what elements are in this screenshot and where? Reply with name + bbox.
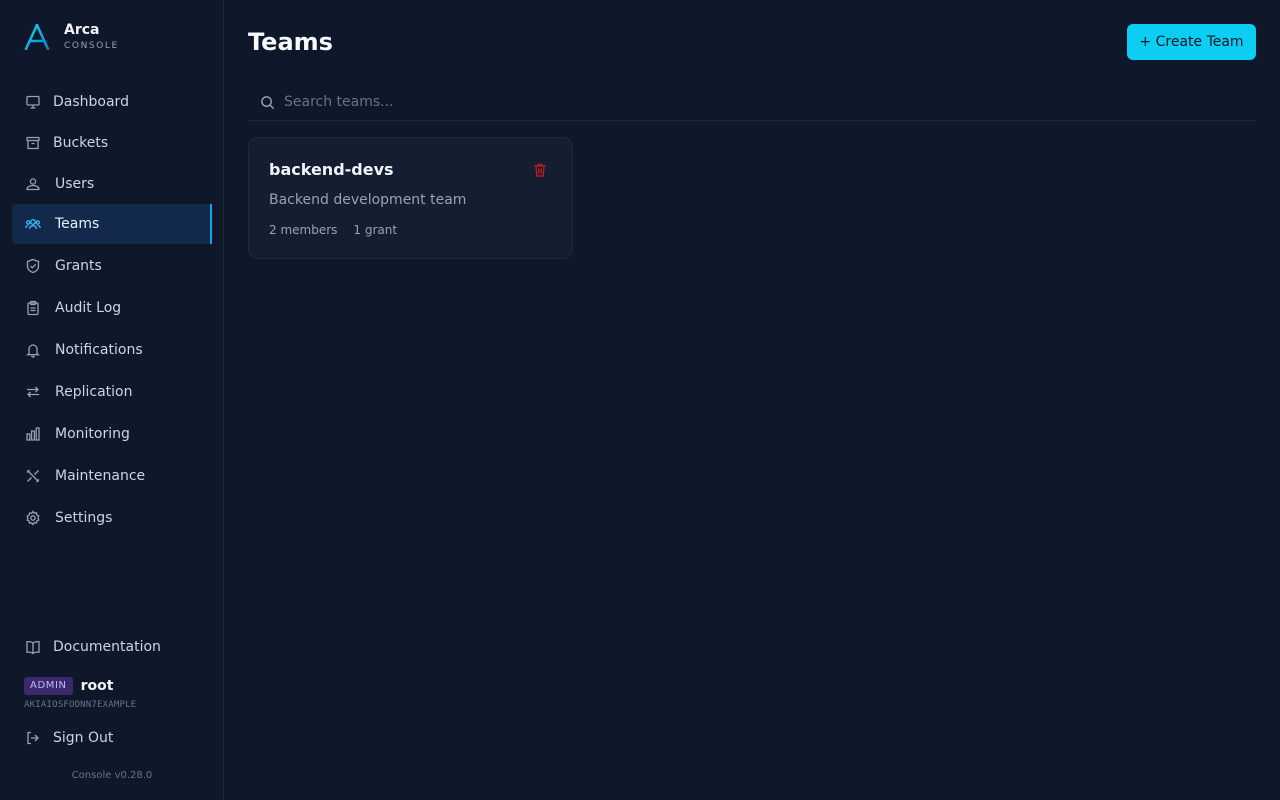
sidebar-item-label: Users	[55, 175, 95, 192]
team-grants-count: 1 grant	[353, 223, 398, 237]
team-description: Backend development team	[269, 192, 467, 208]
brand-name: Arca	[64, 22, 100, 38]
sidebar-item-maintenance[interactable]: Maintenance	[12, 455, 212, 497]
sign-out-button[interactable]: Sign Out	[25, 730, 113, 746]
page-title: Teams	[248, 28, 333, 56]
sidebar-item-label: Monitoring	[55, 426, 130, 442]
team-card[interactable]: backend-devs Backend development team 2 …	[248, 137, 573, 259]
sidebar-item-dashboard[interactable]: Dashboard	[12, 82, 212, 122]
sidebar-item-audit-log[interactable]: Audit Log	[12, 287, 212, 329]
archive-icon	[25, 135, 41, 151]
arrows-icon	[25, 384, 41, 400]
sidebar-item-label: Buckets	[53, 134, 109, 151]
role-badge: ADMIN	[24, 677, 73, 695]
sidebar-item-label: Audit Log	[55, 300, 122, 316]
search-bar	[248, 84, 1256, 121]
current-user: ADMIN root	[24, 677, 113, 695]
team-meta: 2 members 1 grant	[269, 223, 397, 237]
log-out-icon	[27, 731, 39, 745]
sidebar-item-notifications[interactable]: Notifications	[12, 329, 212, 371]
user-name: root	[80, 678, 114, 694]
shield-icon	[25, 258, 41, 274]
sidebar-item-grants[interactable]: Grants	[12, 244, 212, 287]
sidebar-nav: Dashboard Buckets Users Teams Grants Aud…	[12, 82, 212, 539]
arca-logo-icon	[24, 24, 50, 50]
users-icon	[25, 216, 41, 232]
tools-icon	[25, 468, 41, 484]
sidebar-item-label: Grants	[55, 257, 102, 274]
sidebar-item-users[interactable]: Users	[12, 163, 212, 204]
search-input[interactable]	[284, 84, 1244, 120]
sidebar-item-replication[interactable]: Replication	[12, 371, 212, 413]
sidebar-item-label: Replication	[55, 384, 133, 400]
user-icon	[25, 176, 41, 192]
team-members-count: 2 members	[269, 223, 338, 237]
bell-icon	[25, 342, 41, 358]
monitor-icon	[25, 94, 41, 110]
clipboard-icon	[25, 300, 41, 316]
documentation-link[interactable]: Documentation	[25, 639, 161, 655]
sidebar-item-label: Teams	[55, 216, 100, 232]
team-name: backend-devs	[269, 160, 394, 179]
sidebar-item-buckets[interactable]: Buckets	[12, 122, 212, 163]
sign-out-label: Sign Out	[53, 730, 114, 746]
create-team-button[interactable]: + Create Team	[1127, 24, 1256, 60]
trash-icon	[534, 163, 546, 177]
delete-team-button[interactable]	[532, 162, 548, 178]
sidebar-item-label: Dashboard	[53, 94, 129, 110]
version-text: Console v0.28.0	[71, 770, 153, 781]
gear-icon	[25, 510, 41, 526]
sidebar-item-settings[interactable]: Settings	[12, 497, 212, 539]
brand[interactable]: Arca CONSOLE	[24, 22, 119, 53]
bar-chart-icon	[25, 426, 41, 442]
sidebar-item-label: Notifications	[55, 342, 143, 358]
brand-subtitle: CONSOLE	[64, 41, 119, 51]
book-icon	[26, 640, 40, 655]
search-icon	[261, 96, 275, 110]
sidebar-item-monitoring[interactable]: Monitoring	[12, 413, 212, 455]
access-key: AKIAIOSFODNN7EXAMPLE	[24, 700, 137, 710]
sidebar-item-label: Maintenance	[55, 468, 146, 484]
documentation-label: Documentation	[53, 639, 161, 655]
main-content: Teams + Create Team backend-devs Backend…	[224, 0, 1280, 800]
sidebar-item-label: Settings	[55, 510, 113, 526]
sidebar-item-teams[interactable]: Teams	[12, 204, 212, 244]
sidebar: Arca CONSOLE Dashboard Buckets Users Tea…	[0, 0, 224, 800]
